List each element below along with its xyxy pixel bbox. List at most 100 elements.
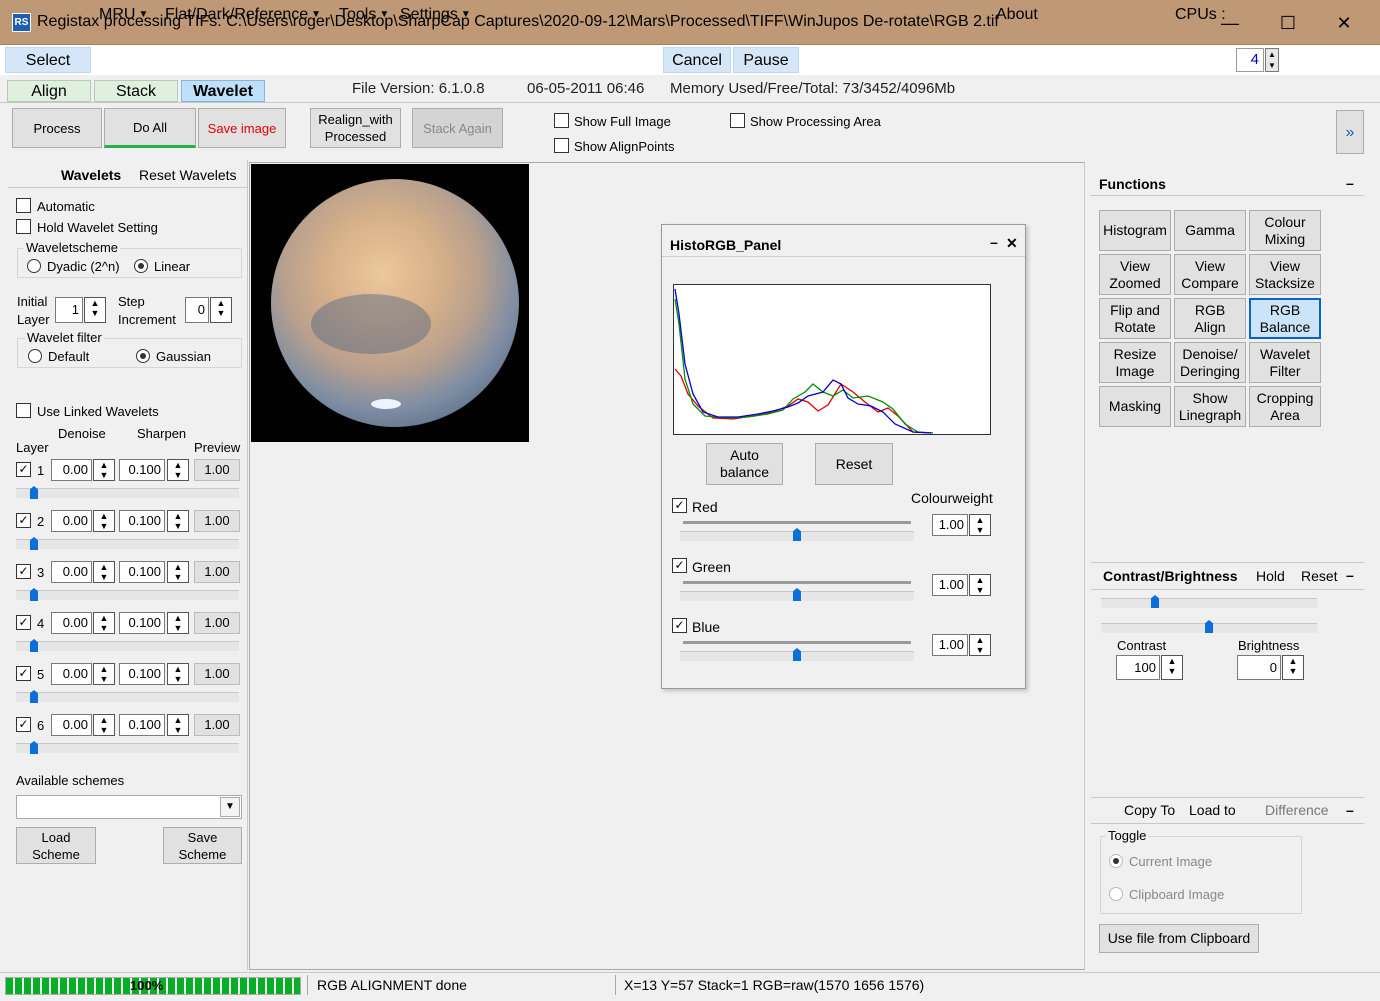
tab-stack[interactable]: Stack — [94, 80, 178, 102]
hold-wavelet-checkbox[interactable] — [16, 219, 31, 234]
histo-minimize-icon[interactable]: – — [990, 234, 998, 250]
layer-checkbox[interactable]: ✓ — [16, 513, 31, 528]
cancel-button[interactable]: Cancel — [663, 47, 731, 73]
denoise-input[interactable]: 0.00 — [51, 561, 92, 583]
func-denoise-deringing-button[interactable]: Denoise/ Deringing — [1174, 342, 1246, 383]
expand-panel-button[interactable]: » — [1336, 110, 1364, 154]
func-masking-button[interactable]: Masking — [1099, 386, 1171, 427]
use-linked-wavelets-checkbox[interactable] — [16, 403, 31, 418]
denoise-input[interactable]: 0.00 — [51, 714, 92, 736]
brightness-spinner[interactable]: ▲ ▼ — [1282, 655, 1304, 680]
channel-checkbox[interactable]: ✓ — [672, 498, 687, 513]
preview-button[interactable]: 1.00 — [194, 663, 240, 685]
auto-balance-button[interactable]: Auto balance — [706, 443, 783, 485]
denoise-input[interactable]: 0.00 — [51, 459, 92, 481]
preview-button[interactable]: 1.00 — [194, 714, 240, 736]
functions-collapse-icon[interactable]: – — [1346, 175, 1354, 191]
contrast-spinner[interactable]: ▲ ▼ — [1161, 655, 1183, 680]
layer-slider-track[interactable] — [16, 590, 239, 600]
automatic-checkbox[interactable] — [16, 198, 31, 213]
gaussian-radio[interactable] — [136, 349, 150, 363]
cpus-spinner[interactable]: ▲ ▼ — [1265, 48, 1279, 72]
close-button[interactable]: ✕ — [1324, 8, 1364, 38]
layer-slider-track[interactable] — [16, 488, 239, 498]
preview-button[interactable]: 1.00 — [194, 510, 240, 532]
func-view-stacksize-button[interactable]: View Stacksize — [1249, 254, 1321, 295]
layer-slider-track[interactable] — [16, 641, 239, 651]
sharpen-spinner[interactable]: ▲ ▼ — [167, 663, 189, 685]
linear-radio[interactable] — [134, 259, 148, 273]
use-file-from-clipboard-button[interactable]: Use file from Clipboard — [1099, 924, 1259, 953]
chevron-down-icon[interactable]: ▼ — [220, 797, 240, 817]
layer-slider-track[interactable] — [16, 539, 239, 549]
menu-flat-dark-reference[interactable]: Flat/Dark/Reference ▼ — [165, 6, 321, 24]
sharpen-input[interactable]: 0.100 — [119, 561, 165, 583]
tab-align[interactable]: Align — [7, 80, 91, 102]
menu-about[interactable]: About — [996, 6, 1038, 24]
menu-tools[interactable]: Tools ▼ — [339, 6, 389, 24]
realign-button[interactable]: Realign_with Processed — [310, 108, 401, 148]
colourweight-spinner[interactable]: ▲ ▼ — [969, 574, 991, 596]
contrast-slider-track[interactable] — [1101, 598, 1317, 608]
layer-slider-track[interactable] — [16, 692, 239, 702]
sharpen-spinner[interactable]: ▲ ▼ — [167, 561, 189, 583]
func-gamma-button[interactable]: Gamma — [1174, 210, 1246, 251]
func-view-zoomed-button[interactable]: View Zoomed — [1099, 254, 1171, 295]
sharpen-spinner[interactable]: ▲ ▼ — [167, 459, 189, 481]
denoise-spinner[interactable]: ▲ ▼ — [93, 714, 115, 736]
copy-to-button[interactable]: Copy To — [1124, 802, 1175, 818]
layer-checkbox[interactable]: ✓ — [16, 717, 31, 732]
func-rgb-balance-button[interactable]: RGB Balance — [1249, 298, 1321, 339]
menu-mru[interactable]: MRU ▼ — [99, 6, 148, 24]
default-radio[interactable] — [28, 349, 42, 363]
layer-slider-track[interactable] — [16, 743, 239, 753]
sharpen-input[interactable]: 0.100 — [119, 663, 165, 685]
denoise-input[interactable]: 0.00 — [51, 612, 92, 634]
denoise-input[interactable]: 0.00 — [51, 663, 92, 685]
func-colour-mixing-button[interactable]: Colour Mixing — [1249, 210, 1321, 251]
func-view-compare-button[interactable]: View Compare — [1174, 254, 1246, 295]
func-rgb-align-button[interactable]: RGB Align — [1174, 298, 1246, 339]
initial-layer-spinner[interactable]: ▲ ▼ — [84, 297, 106, 323]
initial-layer-input[interactable]: 1 — [55, 297, 83, 323]
clipboard-image-radio[interactable] — [1109, 887, 1123, 901]
available-schemes-select[interactable] — [16, 795, 242, 819]
layer-checkbox[interactable]: ✓ — [16, 564, 31, 579]
difference-button[interactable]: Difference — [1265, 802, 1329, 818]
denoise-input[interactable]: 0.00 — [51, 510, 92, 532]
stack-again-button[interactable]: Stack Again — [412, 108, 503, 148]
tab-wavelet[interactable]: Wavelet — [181, 80, 265, 102]
contrast-input[interactable]: 100 — [1116, 655, 1160, 680]
sharpen-spinner[interactable]: ▲ ▼ — [167, 612, 189, 634]
preview-button[interactable]: 1.00 — [194, 612, 240, 634]
func-wavelet-filter-button[interactable]: Wavelet Filter — [1249, 342, 1321, 383]
preview-button[interactable]: 1.00 — [194, 459, 240, 481]
copy-collapse-icon[interactable]: – — [1346, 802, 1354, 818]
show-alignpoints-checkbox[interactable] — [554, 138, 569, 153]
colourweight-input[interactable]: 1.00 — [932, 574, 968, 596]
load-to-button[interactable]: Load to — [1189, 802, 1236, 818]
load-scheme-button[interactable]: Load Scheme — [16, 827, 96, 864]
func-histogram-button[interactable]: Histogram — [1099, 210, 1171, 251]
sharpen-spinner[interactable]: ▲ ▼ — [167, 510, 189, 532]
sharpen-input[interactable]: 0.100 — [119, 459, 165, 481]
colourweight-input[interactable]: 1.00 — [932, 514, 968, 536]
sharpen-input[interactable]: 0.100 — [119, 510, 165, 532]
layer-checkbox[interactable]: ✓ — [16, 462, 31, 477]
pause-button[interactable]: Pause — [733, 47, 799, 73]
brightness-input[interactable]: 0 — [1237, 655, 1281, 680]
channel-checkbox[interactable]: ✓ — [672, 618, 687, 633]
func-cropping-area-button[interactable]: Cropping Area — [1249, 386, 1321, 427]
brightness-slider-thumb[interactable] — [1205, 620, 1213, 633]
sharpen-input[interactable]: 0.100 — [119, 714, 165, 736]
func-show-linegraph-button[interactable]: Show Linegraph — [1174, 386, 1246, 427]
histo-reset-button[interactable]: Reset — [815, 443, 893, 485]
channel-checkbox[interactable]: ✓ — [672, 558, 687, 573]
step-increment-spinner[interactable]: ▲ ▼ — [210, 297, 232, 323]
cpus-input[interactable]: 4 — [1236, 48, 1264, 72]
contrast-hold-button[interactable]: Hold — [1256, 568, 1285, 584]
denoise-spinner[interactable]: ▲ ▼ — [93, 612, 115, 634]
layer-checkbox[interactable]: ✓ — [16, 615, 31, 630]
contrast-slider-thumb[interactable] — [1151, 595, 1159, 608]
dyadic-radio[interactable] — [27, 259, 41, 273]
